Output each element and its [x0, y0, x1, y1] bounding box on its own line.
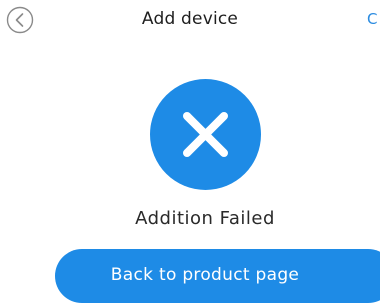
back-to-product-label: Back to product page	[110, 265, 300, 285]
close-icon	[150, 79, 261, 190]
failure-status-icon	[150, 79, 261, 190]
add-device-screen: Add device C Addition Failed Back to pro…	[0, 0, 380, 305]
header-bar: Add device C	[0, 0, 380, 42]
page-title: Add device	[141, 9, 239, 29]
status-message: Addition Failed	[135, 208, 275, 229]
back-to-product-button[interactable]: Back to product page	[55, 249, 380, 303]
header-action-button[interactable]: C	[367, 10, 377, 28]
